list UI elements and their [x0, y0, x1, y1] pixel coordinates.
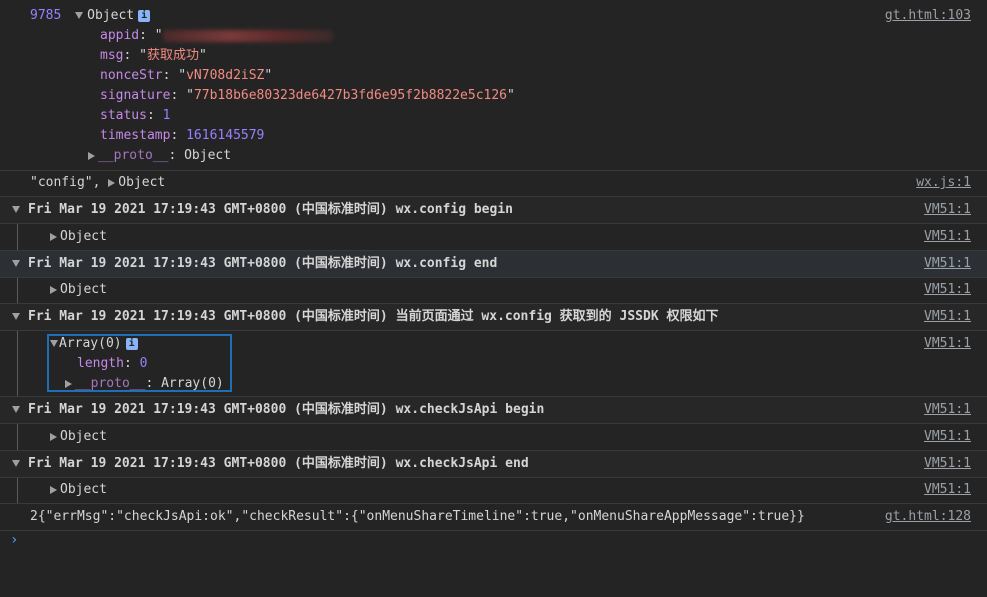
field-value: vN708d2iSZ [186, 68, 265, 83]
divider [0, 530, 987, 531]
group-label: Fri Mar 19 2021 17:19:43 GMT+0800 (中国标准时… [28, 202, 513, 217]
expand-triangle-icon[interactable] [75, 12, 84, 19]
field-noncestr: nonceStr: "vN708d2iSZ" [100, 68, 273, 83]
field-key: timestamp [100, 128, 171, 143]
source-link[interactable]: VM51:1 [924, 334, 971, 354]
field-signature: signature: "77b18b6e80323de6427b3fd6e95f… [100, 88, 515, 103]
field-key: nonceStr [100, 68, 163, 83]
divider [0, 277, 987, 278]
divider [0, 477, 987, 478]
collapse-triangle-icon[interactable] [12, 206, 20, 213]
group-child-row[interactable]: Object [50, 427, 107, 447]
expand-triangle-icon[interactable] [50, 432, 57, 441]
collapse-triangle-icon[interactable] [50, 340, 58, 347]
divider [0, 223, 987, 224]
object-type-label: Object [60, 482, 107, 497]
redacted-value [162, 29, 333, 42]
proto-key: __proto__ [75, 376, 146, 391]
proto-value: Array(0) [161, 376, 224, 391]
log-message: 2{"errMsg":"checkJsApi:ok","checkResult"… [30, 509, 805, 524]
source-link[interactable]: gt.html:128 [885, 507, 971, 527]
proto-value: Object [184, 148, 232, 163]
console-group-header[interactable]: Fri Mar 19 2021 17:19:43 GMT+0800 (中国标准时… [0, 451, 987, 477]
collapse-triangle-icon[interactable] [12, 313, 20, 320]
field-appid: appid: " [100, 26, 333, 46]
field-key: appid [100, 28, 140, 43]
group-indent-bar [17, 331, 18, 396]
console-group-header[interactable]: Fri Mar 19 2021 17:19:43 GMT+0800 (中国标准时… [0, 197, 987, 223]
collapse-triangle-icon[interactable] [12, 260, 20, 267]
proto-row[interactable]: __proto__: Object [88, 146, 231, 166]
info-icon[interactable]: i [125, 337, 138, 350]
proto-row[interactable]: __proto__: Array(0) [65, 374, 224, 394]
field-value: 获取成功 [146, 48, 199, 63]
console-entry-json: 2{"errMsg":"checkJsApi:ok","checkResult"… [30, 507, 805, 527]
group-label: Fri Mar 19 2021 17:19:43 GMT+0800 (中国标准时… [28, 402, 545, 417]
source-link[interactable]: VM51:1 [924, 227, 971, 247]
object-type-label: Object [60, 429, 107, 444]
info-icon[interactable]: i [138, 9, 151, 22]
field-key: status [100, 108, 147, 123]
source-link[interactable]: VM51:1 [924, 254, 971, 274]
group-label: Fri Mar 19 2021 17:19:43 GMT+0800 (中国标准时… [28, 256, 498, 271]
group-indent-bar [17, 478, 18, 503]
group-indent-bar [17, 424, 18, 450]
source-link[interactable]: wx.js:1 [916, 173, 971, 193]
group-child-row[interactable]: Object [50, 480, 107, 500]
divider [0, 423, 987, 424]
source-link[interactable]: VM51:1 [924, 200, 971, 220]
field-timestamp: timestamp: 1616145579 [100, 128, 265, 143]
field-value: 0 [139, 356, 148, 371]
collapse-triangle-icon[interactable] [12, 406, 20, 413]
proto-key: __proto__ [98, 148, 169, 163]
field-key: msg [100, 48, 124, 63]
object-type-label: Object [60, 229, 107, 244]
console-entry-config: "config", Object [30, 173, 165, 193]
expand-triangle-icon[interactable] [108, 178, 116, 187]
source-link[interactable]: gt.html:103 [885, 6, 971, 26]
field-msg: msg: "获取成功" [100, 48, 207, 63]
log-prefix: "config", [30, 175, 101, 190]
group-child-row[interactable]: Object [50, 227, 107, 247]
group-indent-bar [17, 278, 18, 303]
array-row[interactable]: Array(0) i [50, 334, 138, 354]
expand-triangle-icon[interactable] [50, 485, 57, 494]
source-link[interactable]: VM51:1 [924, 427, 971, 447]
group-label: Fri Mar 19 2021 17:19:43 GMT+0800 (中国标准时… [28, 456, 529, 471]
source-link[interactable]: VM51:1 [924, 307, 971, 327]
expand-triangle-icon[interactable] [65, 379, 72, 388]
console-group-header[interactable]: Fri Mar 19 2021 17:19:43 GMT+0800 (中国标准时… [0, 251, 987, 277]
expand-triangle-icon[interactable] [88, 151, 95, 160]
console-group-header[interactable]: Fri Mar 19 2021 17:19:43 GMT+0800 (中国标准时… [0, 397, 987, 423]
field-status: status: 1 [100, 108, 171, 123]
array-length-row: length: 0 [77, 356, 148, 371]
group-indent-bar [17, 224, 18, 250]
field-key: length [77, 356, 124, 371]
source-link[interactable]: VM51:1 [924, 480, 971, 500]
object-type-label[interactable]: Object [118, 175, 165, 190]
field-value: 77b18b6e80323de6427b3fd6e95f2b8822e5c126 [193, 88, 508, 103]
console-group-header[interactable]: Fri Mar 19 2021 17:19:43 GMT+0800 (中国标准时… [0, 304, 987, 330]
source-link[interactable]: VM51:1 [924, 454, 971, 474]
divider [0, 503, 987, 504]
source-link[interactable]: VM51:1 [924, 280, 971, 300]
field-value: 1 [162, 108, 171, 123]
field-key: signature [100, 88, 171, 103]
group-child-row[interactable]: Object [50, 280, 107, 300]
divider [0, 170, 987, 171]
field-value: 1616145579 [186, 128, 265, 143]
array-type-label: Array(0) [59, 336, 122, 351]
source-link[interactable]: VM51:1 [924, 400, 971, 420]
object-type-label: Object [60, 282, 107, 297]
console-prompt-icon: › [10, 532, 19, 548]
divider [0, 330, 987, 331]
collapse-triangle-icon[interactable] [12, 460, 20, 467]
expand-triangle-icon[interactable] [50, 232, 57, 241]
expand-triangle-icon[interactable] [50, 285, 57, 294]
group-label: Fri Mar 19 2021 17:19:43 GMT+0800 (中国标准时… [28, 309, 719, 324]
field-value: " [154, 28, 163, 43]
repeat-count: 9785 [30, 8, 62, 23]
object-type-label[interactable]: Object [87, 8, 134, 23]
console-input[interactable] [28, 532, 968, 552]
